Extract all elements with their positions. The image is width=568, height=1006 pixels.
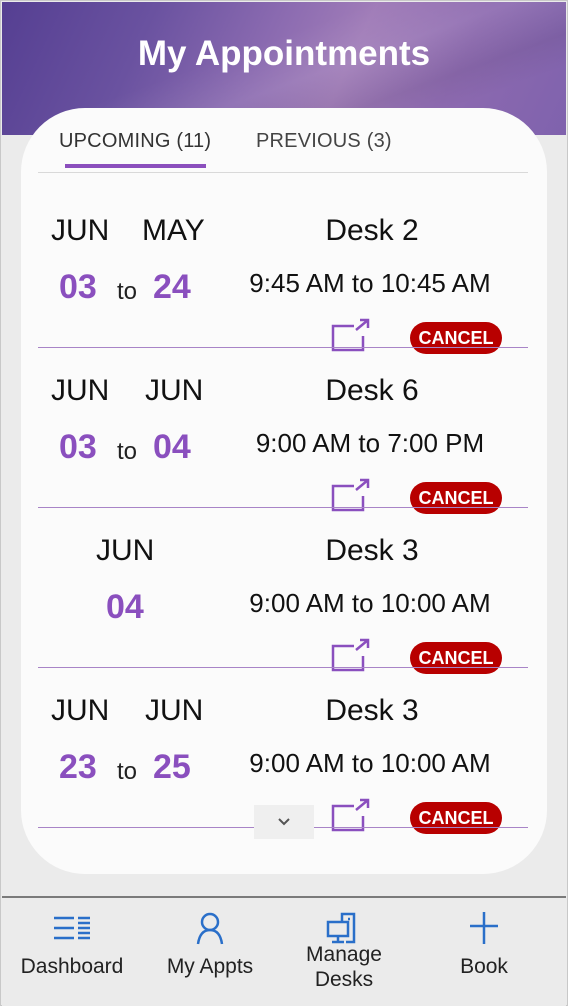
to-label: to xyxy=(117,438,138,465)
nav-label: My Appts xyxy=(166,955,254,978)
tab-bar: UPCOMING (11) PREVIOUS (3) xyxy=(38,130,528,174)
nav-book[interactable]: Book xyxy=(414,898,554,1006)
start-month: JUN xyxy=(51,374,110,407)
desk-name: Desk 6 xyxy=(325,374,419,407)
scroll-down-button[interactable] xyxy=(254,805,314,839)
nav-label: Book xyxy=(460,955,508,978)
nav-label: Desks xyxy=(314,968,374,991)
cancel-button[interactable]: CANCEL xyxy=(410,802,502,834)
tab-upcoming[interactable]: UPCOMING (11) xyxy=(59,130,211,153)
tabs-divider xyxy=(38,172,528,173)
appointment-row: JUN JUN 03 to 04 Desk 6 9:00 AM to 7:00 … xyxy=(38,348,528,514)
start-month: JUN xyxy=(96,534,155,567)
plus-icon xyxy=(470,912,498,944)
appointment-row: JUN MAY 03 to 24 Desk 2 9:45 AM to 10:45… xyxy=(38,188,528,354)
end-month: MAY xyxy=(142,214,205,247)
desk-name: Desk 3 xyxy=(325,694,419,727)
desk-name: Desk 2 xyxy=(325,214,419,247)
page-title: My Appointments xyxy=(137,34,431,73)
start-month: JUN xyxy=(51,214,110,247)
nav-dashboard[interactable]: Dashboard xyxy=(2,898,142,1006)
appointment-row: JUN 04 Desk 3 9:00 AM to 10:00 AM CANCEL xyxy=(38,508,528,674)
desk-computer-icon xyxy=(326,912,356,944)
active-tab-indicator xyxy=(65,164,206,168)
appointment-row: JUN JUN 23 to 25 Desk 3 9:00 AM to 10:00… xyxy=(38,668,528,834)
start-day: 03 xyxy=(59,268,97,306)
desk-name: Desk 3 xyxy=(325,534,419,567)
start-day: 04 xyxy=(106,588,144,626)
start-day: 03 xyxy=(59,428,97,466)
tab-previous[interactable]: PREVIOUS (3) xyxy=(256,130,392,153)
end-day: 24 xyxy=(153,268,191,306)
nav-label: Manage xyxy=(306,943,382,966)
to-label: to xyxy=(117,278,138,305)
end-month: JUN xyxy=(145,694,204,727)
dashboard-list-icon xyxy=(54,916,90,940)
time-range: 9:00 AM to 10:00 AM xyxy=(249,588,491,618)
end-month: JUN xyxy=(145,374,204,407)
person-icon xyxy=(196,912,224,945)
start-day: 23 xyxy=(59,748,97,786)
time-range: 9:00 AM to 7:00 PM xyxy=(255,428,485,458)
end-day: 04 xyxy=(153,428,191,466)
time-range: 9:00 AM to 10:00 AM xyxy=(249,748,491,778)
end-day: 25 xyxy=(153,748,191,786)
nav-my-appts[interactable]: My Appts xyxy=(140,898,280,1006)
to-label: to xyxy=(117,758,138,785)
bottom-nav: Dashboard My Appts Manage Desks Book xyxy=(2,896,566,1006)
nav-label: Dashboard xyxy=(20,955,124,978)
nav-manage-desks[interactable]: Manage Desks xyxy=(274,898,414,1006)
chevron-down-icon xyxy=(278,818,290,826)
start-month: JUN xyxy=(51,694,110,727)
time-range: 9:45 AM to 10:45 AM xyxy=(249,268,491,298)
